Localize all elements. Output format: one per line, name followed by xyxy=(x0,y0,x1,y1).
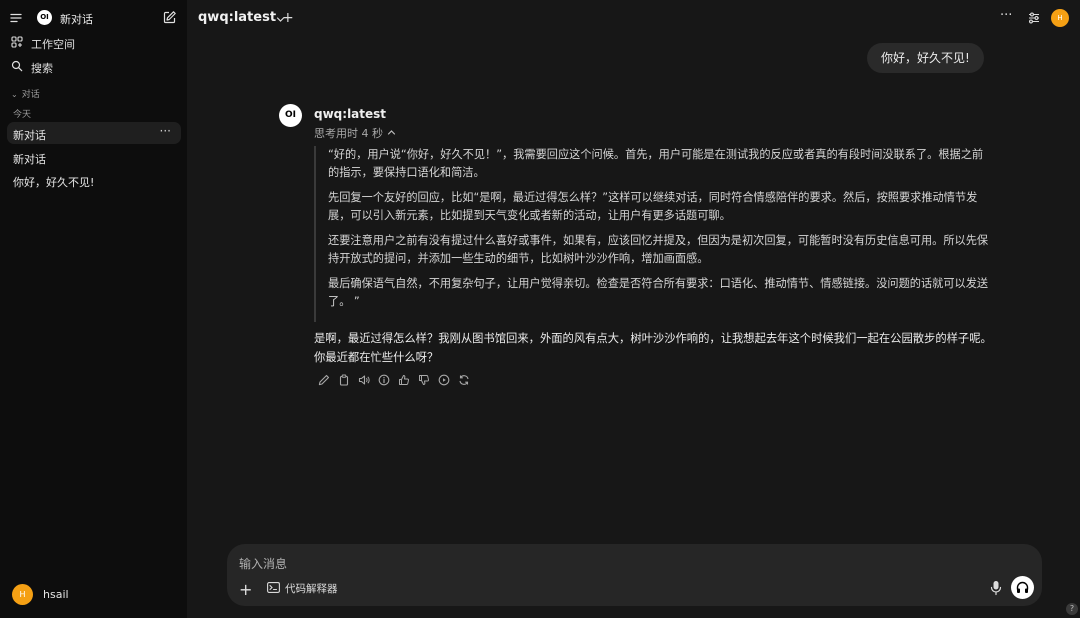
chat-item-label: 新对话 xyxy=(13,129,46,142)
headphones-icon xyxy=(1016,581,1029,593)
search-icon xyxy=(11,60,23,72)
model-selector[interactable]: qwq:latest xyxy=(198,10,285,25)
speaker-icon[interactable] xyxy=(358,374,370,386)
chevron-up-icon xyxy=(387,128,396,137)
chevron-down-icon: ⌄ xyxy=(11,90,18,99)
regenerate-icon[interactable] xyxy=(458,374,470,386)
thinking-paragraph: 先回复一个友好的回应，比如“是啊，最近过得怎么样？”这样可以继续对话，同时符合情… xyxy=(328,191,978,222)
microphone-icon[interactable] xyxy=(989,580,1003,596)
avatar: H xyxy=(12,584,33,605)
edit-icon[interactable] xyxy=(318,374,330,386)
message-input[interactable]: 输入消息 xyxy=(239,555,287,572)
model-name: qwq:latest xyxy=(198,10,277,25)
group-label-today: 今天 xyxy=(13,110,32,120)
chat-item[interactable]: 你好，好久不见! xyxy=(7,169,181,191)
top-bar: qwq:latest + ··· H xyxy=(187,0,1080,38)
chat-item-label: 新对话 xyxy=(13,153,46,166)
sidebar-item-label: 工作空间 xyxy=(31,38,75,51)
attach-button[interactable]: + xyxy=(239,580,252,599)
copy-icon[interactable] xyxy=(338,374,350,386)
avatar[interactable]: H xyxy=(1051,9,1069,27)
thumbs-up-icon[interactable] xyxy=(398,374,410,386)
thinking-label: 思考用时 4 秒 xyxy=(314,127,383,140)
code-interpreter-label: 代码解释器 xyxy=(285,583,338,595)
thinking-paragraph: 还要注意用户之前有没有提过什么喜好或事件，如果有，应该回忆并提及，但因为是初次回… xyxy=(328,234,989,265)
grid-icon xyxy=(11,36,23,48)
section-label: 对话 xyxy=(21,90,40,100)
play-icon[interactable] xyxy=(438,374,450,386)
add-model-button[interactable]: + xyxy=(282,10,294,26)
thinking-content: “好的，用户说“你好，好久不见！”，我需要回应这个问候。首先，用户可能是在测试我… xyxy=(314,146,994,322)
chat-item[interactable]: 新对话 ··· xyxy=(7,122,181,144)
message-composer: 输入消息 + 代码解释器 xyxy=(227,544,1042,606)
thinking-paragraph: “好的，用户说“你好，好久不见！”，我需要回应这个问候。首先，用户可能是在测试我… xyxy=(328,148,984,179)
sidebar: OI 新对话 工作空间 搜索 ⌄ 对话 今天 新对话 ··· 新对话 你好，好久不… xyxy=(0,0,187,618)
chats-section-toggle[interactable]: ⌄ 对话 xyxy=(11,87,40,100)
app-logo[interactable]: OI xyxy=(37,10,52,25)
sidebar-item-workspace[interactable]: 工作空间 xyxy=(0,32,187,54)
assistant-message: 是啊，最近过得怎么样？我刚从图书馆回来，外面的风有点大，树叶沙沙作响的，让我想起… xyxy=(314,332,992,364)
user-menu[interactable]: H hsail xyxy=(12,583,182,607)
thinking-paragraph: 最后确保语气自然，不用复杂句子，让用户觉得亲切。检查是否符合所有要求：口语化、推… xyxy=(328,277,989,308)
controls-icon[interactable] xyxy=(1027,11,1041,25)
thumbs-down-icon[interactable] xyxy=(418,374,430,386)
new-chat-icon[interactable] xyxy=(162,10,177,25)
assistant-name: qwq:latest xyxy=(314,107,387,121)
assistant-avatar: OI xyxy=(279,104,302,127)
terminal-icon xyxy=(267,582,280,593)
info-icon[interactable] xyxy=(378,374,390,386)
more-options-icon[interactable]: ··· xyxy=(160,124,171,138)
chat-item-label: 你好，好久不见! xyxy=(13,176,95,189)
user-message: 你好，好久不见! xyxy=(867,43,984,73)
help-button[interactable]: ? xyxy=(1066,603,1078,615)
more-options-icon[interactable]: ··· xyxy=(1000,8,1012,23)
sidebar-header: OI 新对话 xyxy=(0,0,187,34)
user-name: hsail xyxy=(43,588,69,601)
sidebar-new-chat-title[interactable]: 新对话 xyxy=(60,11,93,27)
voice-mode-button[interactable] xyxy=(1011,576,1034,599)
sidebar-item-search[interactable]: 搜索 xyxy=(0,56,187,78)
chat-item[interactable]: 新对话 xyxy=(7,146,181,168)
thinking-toggle[interactable]: 思考用时 4 秒 xyxy=(314,125,396,141)
menu-icon[interactable] xyxy=(9,11,23,25)
sidebar-item-label: 搜索 xyxy=(31,62,53,75)
